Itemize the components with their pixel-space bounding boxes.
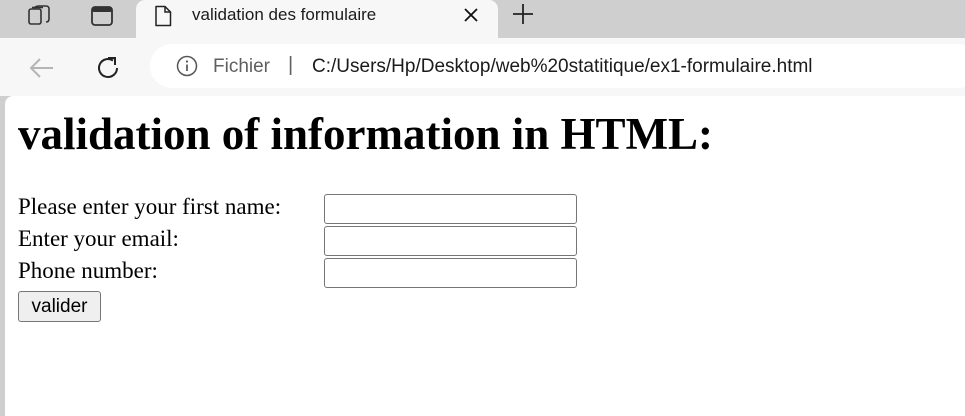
- phone-label: Phone number:: [18, 258, 158, 283]
- workspaces-icon[interactable]: [22, 2, 56, 30]
- email-label: Enter your email:: [18, 226, 179, 251]
- phone-input[interactable]: [324, 258, 577, 288]
- back-icon[interactable]: [26, 52, 58, 84]
- first-name-label: Please enter your first name:: [18, 194, 282, 219]
- tab-active[interactable]: validation des formulaire: [136, 0, 498, 38]
- new-tab-icon[interactable]: [510, 1, 536, 27]
- page-title: validation of information in HTML:: [18, 109, 714, 159]
- site-info-label[interactable]: Fichier: [213, 56, 270, 78]
- submit-button[interactable]: valider: [18, 291, 101, 322]
- tab-title: validation des formulaire: [192, 5, 377, 24]
- close-icon[interactable]: [462, 6, 480, 24]
- document-icon: [154, 5, 172, 27]
- page-viewport: validation of information in HTML: Pleas…: [5, 96, 965, 416]
- address-bar[interactable]: Fichier | C:/Users/Hp/Desktop/web%20stat…: [150, 44, 965, 88]
- tab-actions-icon[interactable]: [85, 2, 119, 30]
- url-text[interactable]: C:/Users/Hp/Desktop/web%20statitique/ex1…: [312, 56, 813, 78]
- email-input[interactable]: [324, 226, 577, 256]
- info-icon[interactable]: [176, 55, 198, 77]
- tab-strip: validation des formulaire: [0, 0, 965, 38]
- refresh-icon[interactable]: [92, 52, 124, 84]
- browser-toolbar: Fichier | C:/Users/Hp/Desktop/web%20stat…: [0, 38, 965, 96]
- first-name-input[interactable]: [324, 194, 577, 224]
- address-separator: |: [288, 54, 294, 76]
